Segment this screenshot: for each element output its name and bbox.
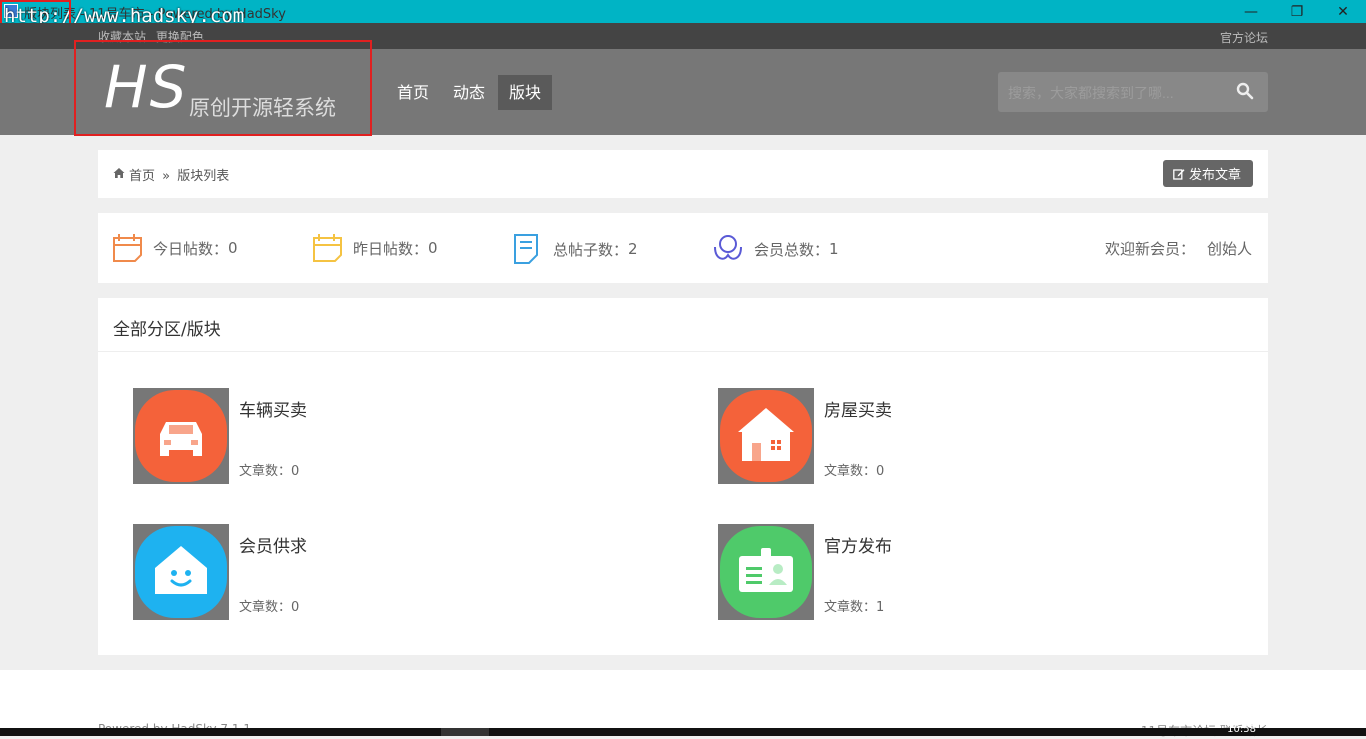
publish-article-label: 发布文章 <box>1188 168 1241 183</box>
main-nav: 首页 动态 版块 <box>386 75 554 110</box>
id-card-icon <box>720 526 812 618</box>
breadcrumb: 首页 » 版块列表 <box>129 165 232 184</box>
close-button[interactable]: ✕ <box>1320 0 1366 23</box>
house-icon <box>720 390 812 482</box>
window-controls: — ❐ ✕ <box>1228 0 1366 23</box>
highlight-box-title <box>0 0 71 25</box>
board-name[interactable]: 房屋买卖 <box>824 396 892 421</box>
highlight-box-logo <box>74 40 372 136</box>
board-thumbnail[interactable] <box>133 388 229 484</box>
board-thumbnail[interactable] <box>718 524 814 620</box>
board-thumbnail[interactable] <box>718 388 814 484</box>
nav-item-boards[interactable]: 版块 <box>498 75 553 110</box>
publish-article-button[interactable]: 发布文章 <box>1162 160 1253 187</box>
window-titlebar: 版块列表 - 11号车市 - Powered by HadSky http://… <box>0 0 1366 27</box>
calendar-icon <box>313 234 342 262</box>
stat-label: 昨日帖数 <box>353 239 414 258</box>
taskbar-active-app[interactable] <box>441 728 489 736</box>
taskbar-clock: 10:58 <box>1227 724 1256 735</box>
official-forum-link[interactable]: 官方论坛 <box>1220 29 1268 46</box>
stat-label: 今日帖数 <box>153 239 214 258</box>
board-card[interactable]: 车辆买卖 文章数：0 <box>133 388 533 484</box>
stat-label: 总帖子数 <box>553 240 614 259</box>
new-member-name[interactable]: 创始人 <box>1207 240 1252 258</box>
board-count: 文章数：1 <box>824 600 885 615</box>
forums-header: 全部分区/版块 <box>98 298 1268 352</box>
calendar-icon <box>113 234 142 262</box>
board-card[interactable]: 官方发布 文章数：1 <box>718 524 1118 620</box>
nav-item-home[interactable]: 首页 <box>386 75 440 110</box>
breadcrumb-panel: 首页 » 版块列表 发布文章 <box>98 150 1268 198</box>
home-icon <box>113 168 125 178</box>
breadcrumb-separator: » <box>162 169 171 184</box>
stat-yesterday-posts: 昨日帖数： 0 <box>312 233 438 263</box>
document-icon <box>514 234 538 264</box>
stat-value: 0 <box>428 239 438 257</box>
search-icon[interactable] <box>1236 82 1254 100</box>
stat-value: 1 <box>829 240 839 258</box>
stat-total-posts: 总帖子数： 2 <box>512 233 638 265</box>
new-member-label: 欢迎新会员： <box>1104 240 1195 258</box>
nav-item-activity[interactable]: 动态 <box>442 75 496 110</box>
board-name[interactable]: 会员供求 <box>239 532 307 557</box>
car-icon <box>135 390 227 482</box>
board-card[interactable]: 房屋买卖 文章数：0 <box>718 388 1118 484</box>
board-count: 文章数：0 <box>239 600 300 615</box>
board-count: 文章数：0 <box>239 464 300 479</box>
board-card[interactable]: 会员供求 文章数：0 <box>133 524 533 620</box>
breadcrumb-current: 版块列表 <box>177 169 230 184</box>
members-icon <box>714 235 742 260</box>
site-footer: Powered by HadSky 7.1.1 11号车市论坛 联系站长 <box>0 670 1366 738</box>
maximize-button[interactable]: ❐ <box>1274 0 1320 23</box>
breadcrumb-home[interactable]: 首页 <box>129 169 155 184</box>
edit-icon <box>1173 168 1185 180</box>
forums-panel: 全部分区/版块 车辆买卖 文章数：0 房屋买卖 文章数：0 会员供求 文章数：0… <box>98 298 1268 655</box>
forums-title: 全部分区/版块 <box>113 320 221 340</box>
board-name[interactable]: 官方发布 <box>824 532 892 557</box>
stat-value: 2 <box>628 240 638 258</box>
stat-label: 会员总数 <box>754 240 815 259</box>
os-taskbar: 10:58 <box>0 724 1366 736</box>
stat-today-posts: 今日帖数： 0 <box>112 233 238 263</box>
stat-value: 0 <box>228 239 238 257</box>
board-count: 文章数：0 <box>824 464 885 479</box>
stats-panel: 今日帖数： 0 昨日帖数： 0 总帖子数： 2 会员总数： 1 欢迎新会员： 创始人 <box>98 213 1268 283</box>
board-thumbnail[interactable] <box>133 524 229 620</box>
search-input[interactable] <box>1006 82 1225 104</box>
board-name[interactable]: 车辆买卖 <box>239 396 307 421</box>
smile-house-icon <box>135 526 227 618</box>
search-box <box>998 72 1268 112</box>
minimize-button[interactable]: — <box>1228 0 1274 23</box>
stat-total-members: 会员总数： 1 <box>712 233 839 265</box>
new-member: 欢迎新会员： 创始人 <box>1105 238 1252 259</box>
